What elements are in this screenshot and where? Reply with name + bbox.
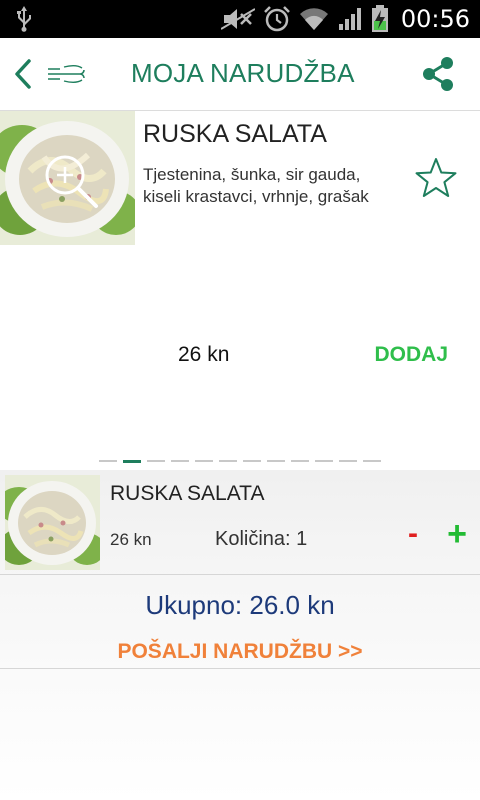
order-item-name: RUSKA SALATA (110, 482, 265, 505)
order-item: RUSKA SALATA 26 kn Količina: 1 - + (0, 470, 480, 575)
send-order-button[interactable]: POŠALJI NARUDŽBU >> (0, 640, 480, 664)
cutlery-logo-icon[interactable] (46, 62, 86, 86)
divider (0, 668, 480, 669)
product-price: 26 kn (178, 343, 230, 366)
decrease-quantity-button[interactable]: - (402, 519, 424, 549)
pager-dot (315, 460, 333, 462)
share-icon[interactable] (420, 54, 456, 94)
back-icon[interactable] (12, 58, 34, 90)
product-name: RUSKA SALATA (143, 120, 327, 148)
signal-icon (338, 8, 361, 30)
order-item-image (5, 475, 100, 570)
pager-dot (363, 460, 381, 462)
order-total: Ukupno: 26.0 kn (145, 590, 335, 620)
add-button[interactable]: DODAJ (374, 343, 448, 367)
page-title: MOJA NARUDŽBA (131, 58, 355, 88)
order-item-quantity: Količina: 1 (215, 528, 308, 550)
pager-dot (339, 460, 357, 462)
status-time: 00:56 (400, 5, 470, 33)
action-bar: MOJA NARUDŽBA (0, 38, 480, 111)
pager-dot (171, 460, 189, 462)
pager-dot (243, 460, 261, 462)
pager-dot (219, 460, 237, 462)
pager-dot (195, 460, 213, 462)
pager-dot (147, 460, 165, 462)
alarm-icon (263, 6, 290, 32)
star-outline-icon[interactable] (414, 156, 458, 200)
order-panel: RUSKA SALATA 26 kn Količina: 1 - + Ukupn… (0, 470, 480, 800)
status-bar: 00:56 (0, 0, 480, 38)
usb-icon (17, 6, 31, 32)
page-indicator (99, 460, 381, 463)
pager-dot (123, 460, 141, 463)
pager-dot (99, 460, 117, 462)
product-description: Tjestenina, šunka, sir gauda, kiseli kra… (143, 165, 369, 206)
pager-dot (267, 460, 285, 462)
mute-icon (220, 8, 255, 30)
battery-charging-icon (371, 5, 388, 32)
product-image[interactable] (0, 111, 135, 245)
increase-quantity-button[interactable]: + (443, 517, 471, 551)
order-item-price: 26 kn (110, 530, 152, 549)
pager-dot (291, 460, 309, 462)
wifi-icon (299, 8, 328, 30)
